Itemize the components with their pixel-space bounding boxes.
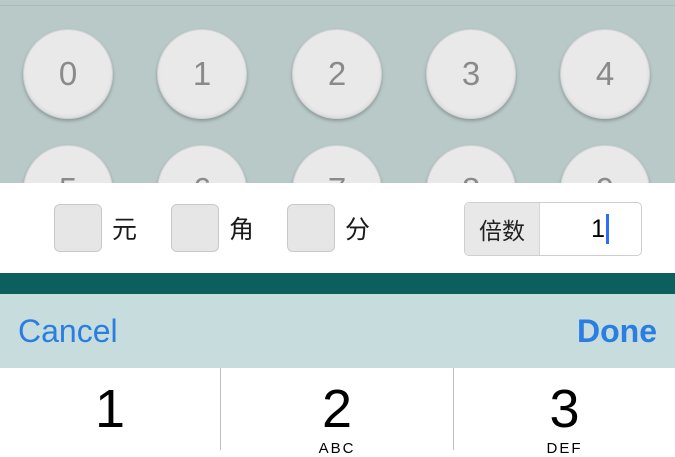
unit-checkbox-yuan[interactable] (54, 204, 102, 252)
key-2-letters: ABC (318, 440, 356, 457)
teal-divider (0, 273, 675, 294)
key-2-number: 2 (321, 379, 353, 439)
number-ball-8[interactable]: 8 (426, 145, 516, 183)
number-ball-6[interactable]: 6 (157, 145, 247, 183)
number-ball-9[interactable]: 9 (560, 145, 650, 183)
unit-option-jiao[interactable]: 角 (171, 204, 254, 252)
key-3-letters: DEF (546, 440, 583, 457)
unit-label-yuan: 元 (112, 215, 138, 244)
text-caret (606, 214, 609, 244)
number-ball-grid: 0 1 2 3 4 5 6 7 8 9 (0, 0, 675, 183)
unit-option-yuan[interactable]: 元 (54, 204, 137, 252)
keyboard-toolbar: Cancel Done (0, 294, 675, 368)
number-ball-0[interactable]: 0 (23, 29, 113, 119)
unit-option-fen[interactable]: 分 (287, 204, 370, 252)
number-ball-4[interactable]: 4 (560, 29, 650, 119)
divider (0, 5, 675, 6)
key-3[interactable]: 3 DEF (454, 368, 675, 457)
unit-label-jiao: 角 (229, 215, 255, 244)
multiplier-label: 倍数 (465, 203, 540, 255)
numeric-keypad: 1 2 ABC 3 DEF (0, 368, 675, 457)
done-button[interactable]: Done (577, 294, 657, 368)
multiplier-value: 1 (591, 214, 605, 243)
cancel-button[interactable]: Cancel (18, 294, 118, 368)
key-1-number: 1 (94, 379, 126, 439)
number-ball-7[interactable]: 7 (292, 145, 382, 183)
multiplier-input[interactable]: 1 (540, 203, 641, 255)
number-ball-5[interactable]: 5 (23, 145, 113, 183)
unit-checkbox-jiao[interactable] (171, 204, 219, 252)
number-ball-2[interactable]: 2 (292, 29, 382, 119)
key-2[interactable]: 2 ABC (221, 368, 453, 457)
key-1[interactable]: 1 (0, 368, 220, 450)
number-ball-1[interactable]: 1 (157, 29, 247, 119)
unit-checkbox-fen[interactable] (287, 204, 335, 252)
key-3-number: 3 (549, 379, 580, 439)
multiplier-field: 倍数 1 (464, 202, 642, 256)
unit-selection-bar: 元 角 分 倍数 1 (0, 183, 675, 273)
unit-label-fen: 分 (345, 215, 371, 244)
number-ball-3[interactable]: 3 (426, 29, 516, 119)
